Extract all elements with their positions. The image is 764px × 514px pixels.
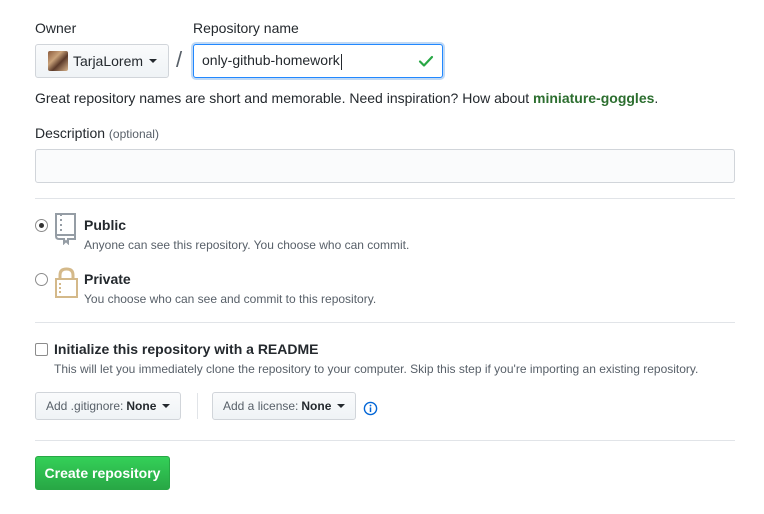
readme-checkbox[interactable] — [35, 343, 48, 356]
info-icon[interactable] — [363, 401, 378, 416]
license-value: None — [301, 399, 332, 413]
license-prefix: Add a license: — [223, 399, 299, 413]
readme-note: This will let you immediately clone the … — [54, 362, 699, 376]
repository-name-input[interactable]: only-github-homework — [193, 44, 443, 78]
caret-down-icon — [149, 59, 158, 63]
repo-icon — [55, 213, 76, 245]
divider — [35, 440, 735, 441]
description-label-row: Description (optional) — [35, 125, 159, 141]
readme-title: Initialize this repository with a README — [54, 341, 319, 357]
repository-name-label: Repository name — [193, 20, 299, 36]
public-note: Anyone can see this repository. You choo… — [84, 238, 410, 252]
owner-select-button[interactable]: TarjaLorem — [35, 44, 169, 78]
gitignore-prefix: Add .gitignore: — [46, 399, 124, 413]
license-select-button[interactable]: Add a license: None — [212, 392, 357, 420]
lock-icon — [55, 267, 78, 298]
repository-name-hint: Great repository names are short and mem… — [35, 90, 658, 106]
description-optional: (optional) — [108, 127, 159, 141]
check-icon — [418, 55, 434, 67]
owner-label: Owner — [35, 20, 77, 36]
public-radio[interactable] — [35, 219, 48, 232]
divider — [35, 322, 735, 323]
private-radio[interactable] — [35, 273, 48, 286]
gitignore-select-button[interactable]: Add .gitignore: None — [35, 392, 182, 420]
vertical-separator — [197, 393, 198, 419]
gitignore-value: None — [126, 399, 157, 413]
owner-repo-separator: / — [176, 47, 183, 72]
caret-down-icon — [162, 404, 171, 408]
private-title: Private — [84, 271, 131, 287]
description-label: Description — [35, 125, 106, 141]
hint-text: Great repository names are short and mem… — [35, 90, 534, 106]
hint-end: . — [654, 90, 659, 106]
private-note: You choose who can see and commit to thi… — [84, 292, 377, 306]
owner-name: TarjaLorem — [73, 53, 144, 69]
repository-name-value: only-github-homework — [202, 52, 340, 69]
caret-down-icon — [337, 404, 346, 408]
suggestion-link[interactable]: miniature-goggles — [533, 90, 654, 106]
text-cursor — [340, 53, 342, 70]
description-input[interactable] — [35, 149, 735, 183]
divider — [35, 198, 735, 199]
create-repository-button[interactable]: Create repository — [35, 456, 170, 490]
avatar — [48, 51, 68, 71]
public-title: Public — [84, 217, 127, 233]
